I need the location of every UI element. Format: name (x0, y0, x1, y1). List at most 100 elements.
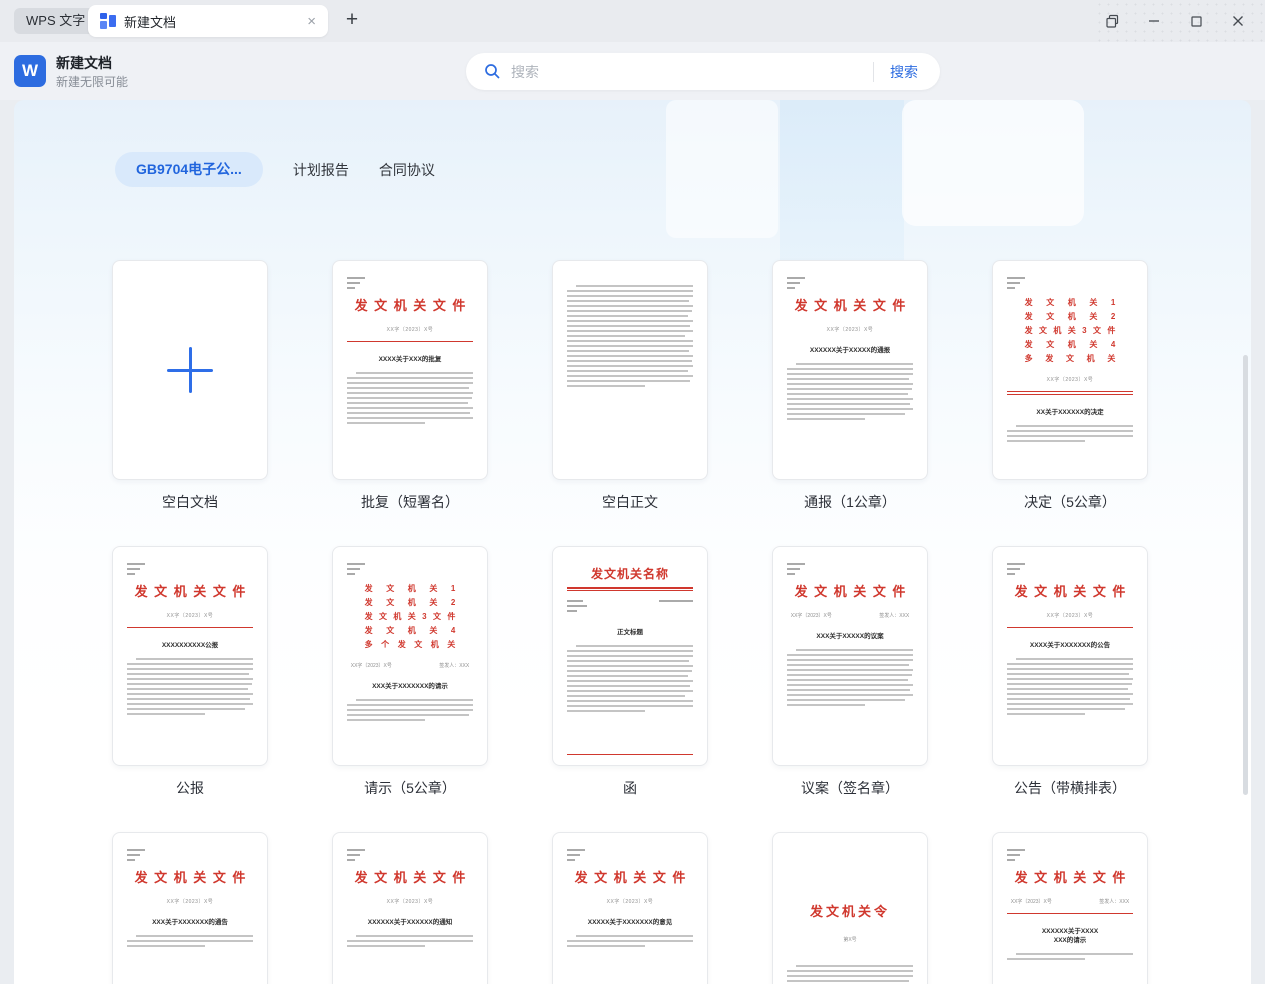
text-line (1007, 698, 1131, 700)
text-line (1015, 658, 1133, 660)
text-line (127, 688, 248, 690)
template-thumbnail[interactable]: 发文机关文件 XX字〔2023〕X号 XXXX关于XXXXXXX的公告 (992, 546, 1148, 766)
scrollbar-thumb[interactable] (1243, 355, 1248, 795)
text-line (567, 355, 693, 357)
thumbnail-red-title: 发文机关文件 (134, 870, 246, 885)
text-line (567, 380, 691, 382)
template-card[interactable]: 发文机关文件 XX字〔2023〕X号 签发人：XXX XXXXXX关于XXXX XXX的… (992, 832, 1148, 984)
text-line (347, 714, 470, 716)
text-line (127, 698, 251, 700)
search-button[interactable]: 搜索 (890, 62, 918, 82)
text-line (347, 945, 426, 947)
template-thumbnail[interactable]: 发文机关文件 XX字〔2023〕X号 XXXXXXXXXX公报 (112, 546, 268, 766)
thumbnail-meta-lines (347, 849, 473, 861)
text-line (567, 320, 693, 322)
text-line (567, 385, 646, 387)
thumbnail-doc-number: XX字〔2023〕X号 (1046, 613, 1094, 619)
text-line (1007, 277, 1025, 279)
minimize-icon[interactable] (1133, 0, 1175, 42)
app-menu-button[interactable]: WPS 文字 (14, 8, 98, 34)
text-line (1007, 663, 1133, 665)
thumbnail-doc-number: XX字〔2023〕X号 签发人：XXX (350, 663, 470, 669)
text-line (567, 849, 585, 851)
search-bar[interactable]: 搜索 (466, 53, 940, 90)
template-thumbnail[interactable]: 发文机关文件 XX字〔2023〕X号 签发人：XXX XXX关于XXXXX的议案 (772, 546, 928, 766)
thumbnail-meta-lines (127, 563, 253, 575)
thumbnail-subject: XXXXXX关于XXXX XXX的请示 (1041, 928, 1099, 944)
plus-icon (167, 347, 213, 393)
template-thumbnail[interactable]: 发文机关文件 XX字〔2023〕X号 XXX关于XXXXXXX的通告 (112, 832, 268, 984)
text-line (787, 659, 913, 661)
thumbnail-body-lines (347, 372, 473, 424)
template-thumbnail[interactable] (552, 260, 708, 480)
tab-close-icon[interactable]: × (295, 13, 328, 30)
tab-contract[interactable]: 合同协议 (379, 160, 435, 180)
text-line (127, 849, 145, 851)
text-line (567, 315, 688, 317)
template-thumbnail[interactable]: 发文机关 1 发文机关 2 发文机关 3 文件发文机关 4 多个发文机关 XX字〔2023〕X号签… (332, 546, 488, 766)
search-input[interactable] (511, 63, 873, 80)
text-line (1007, 673, 1130, 675)
template-card[interactable]: 发文机关文件 XX字〔2023〕X号 XXX关于XXXXXXX的通告 (112, 832, 268, 984)
text-line (659, 600, 693, 602)
thumbnail-body-lines (567, 935, 693, 947)
text-line (567, 325, 691, 327)
thumbnail-body-lines (1007, 658, 1133, 715)
template-thumbnail[interactable]: 发文机关 1 发文机关 2 发文机关 3 文件发文机关 4 多发文机关 XX字〔2023〕X号 XX… (992, 260, 1148, 480)
page-header: W 新建文档 新建无限可能 搜索 (0, 42, 1265, 100)
text-line (1007, 678, 1133, 680)
new-tab-button[interactable]: + (338, 7, 366, 35)
text-line (567, 600, 583, 602)
template-card[interactable]: 发文机关文件 XX字〔2023〕X号 签发人：XXX XXX关于XXXXX的议案 议案（… (772, 546, 928, 798)
maximize-icon[interactable] (1175, 0, 1217, 42)
template-thumbnail[interactable] (112, 260, 268, 480)
text-line (135, 935, 253, 937)
template-card[interactable]: 发文机关文件 XX字〔2023〕X号 XXXX关于XXXXXXX的公告 公告（带横排表… (992, 546, 1148, 798)
template-card[interactable]: 发文机关文件 XX字〔2023〕X号 XXXXXX关于XXXXX的通报 通报（1公章） (772, 260, 928, 512)
text-line (347, 563, 365, 565)
template-thumbnail[interactable]: 发文机关文件 XX字〔2023〕X号 XXXXX关于XXXXXXX的意见 (552, 832, 708, 984)
text-line (1007, 713, 1086, 715)
template-card[interactable]: 发文机关文件 XX字〔2023〕X号 XXXXXXXXXX公报公报 (112, 546, 268, 798)
text-line (567, 360, 692, 362)
text-line (787, 694, 913, 696)
template-thumbnail[interactable]: 发文机关令 第X号 (772, 832, 928, 984)
template-card[interactable]: 发文机关文件 XX字〔2023〕X号 XXXXX关于XXXXXXX的意见 (552, 832, 708, 984)
text-line (127, 673, 250, 675)
template-thumbnail[interactable]: 发文机关文件 XX字〔2023〕X号 XXXXXX关于XXXXXX的通知 (332, 832, 488, 984)
template-thumbnail[interactable]: 发文机关文件 XX字〔2023〕X号 XXXXXX关于XXXXX的通报 (772, 260, 928, 480)
thumbnail-subject: XX关于XXXXXX的决定 (1036, 409, 1104, 416)
thumbnail-red-title-line: 发文机关2 (364, 598, 456, 607)
text-line (347, 397, 472, 399)
template-label: 请示（5公章） (364, 780, 456, 796)
tab-gb9704[interactable]: GB9704电子公... (115, 152, 263, 187)
template-card[interactable]: 发文机关令 第X号 (772, 832, 928, 984)
thumbnail-subject: XXXX关于XXXXXXX的公告 (1029, 642, 1111, 649)
template-card[interactable]: 发文机关文件 XX字〔2023〕X号 XXXXXX关于XXXXXX的通知 (332, 832, 488, 984)
text-line (787, 674, 912, 676)
template-card[interactable]: 发文机关 1 发文机关 2 发文机关 3 文件发文机关 4 多个发文机关 XX字〔2023〕X号签… (332, 546, 488, 798)
template-thumbnail[interactable]: 发文机关文件 XX字〔2023〕X号 签发人：XXX XXXXXX关于XXXX XXX的… (992, 832, 1148, 984)
text-line (1007, 563, 1025, 565)
text-line (787, 679, 908, 681)
template-label: 公报 (176, 780, 204, 796)
template-thumbnail[interactable]: 发文机关文件 XX字〔2023〕X号 XXXX关于XXX的批复 (332, 260, 488, 480)
tab-plan-report[interactable]: 计划报告 (293, 160, 349, 180)
template-card[interactable]: 空白正文 (552, 260, 708, 512)
text-line (567, 365, 693, 367)
text-line (347, 277, 365, 279)
template-card[interactable]: 发文机关 1 发文机关 2 发文机关 3 文件发文机关 4 多发文机关 XX字〔2023〕X号 XX… (992, 260, 1148, 512)
text-line (127, 573, 135, 575)
text-line (567, 695, 686, 697)
template-card[interactable]: 发文机关文件 XX字〔2023〕X号 XXXX关于XXX的批复 批复（短署名） (332, 260, 488, 512)
template-card[interactable]: 发文机关名称 正文标题函 (552, 546, 708, 798)
thumbnail-red-title-line: 发文机关3文件 (1024, 326, 1116, 335)
window-stack-icon[interactable] (1091, 0, 1133, 42)
close-icon[interactable] (1217, 0, 1259, 42)
thumbnail-meta-lines (347, 563, 473, 575)
template-thumbnail[interactable]: 发文机关名称 正文标题 (552, 546, 708, 766)
text-line (1015, 953, 1133, 955)
template-card[interactable]: 空白文档 (112, 260, 268, 512)
document-tab[interactable]: 新建文档 × (88, 5, 328, 37)
text-line (567, 854, 580, 856)
